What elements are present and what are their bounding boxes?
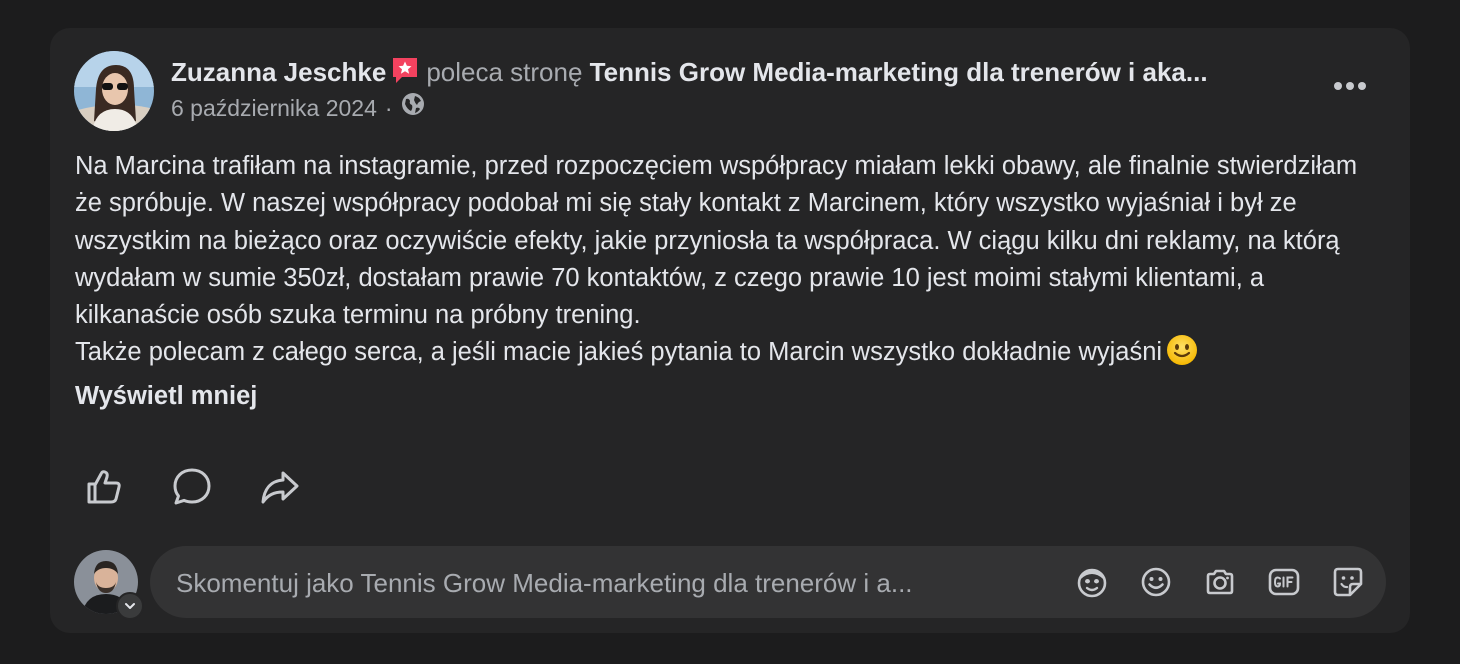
recommend-star-icon — [390, 55, 420, 90]
post-body-paragraph-1: Na Marcina trafiłam na instagramie, prze… — [75, 152, 1358, 330]
post-options-button[interactable] — [1330, 72, 1370, 100]
gif-icon[interactable] — [1264, 562, 1304, 602]
sticker-icon[interactable] — [1328, 562, 1368, 602]
author-avatar[interactable] — [74, 51, 154, 131]
comment-bubble-icon — [173, 468, 211, 505]
post-header: Zuzanna Jeschke poleca stronę Tennis Grow… — [171, 54, 1311, 90]
camera-icon[interactable] — [1200, 562, 1240, 602]
post-date[interactable]: 6 października 2024 — [171, 92, 377, 124]
thumbs-up-icon — [87, 470, 121, 504]
comment-composer — [74, 546, 1386, 620]
smiling-face-emoji-icon — [1166, 334, 1198, 377]
post-body: Na Marcina trafiłam na instagramie, prze… — [75, 148, 1385, 415]
switch-profile-chevron-icon[interactable] — [116, 592, 144, 620]
meta-separator: · — [384, 95, 393, 121]
review-post-card: Zuzanna Jeschke poleca stronę Tennis Grow… — [50, 28, 1410, 633]
like-button[interactable] — [78, 464, 130, 510]
more-dots-icon — [1334, 82, 1342, 90]
avatar-sticker-icon[interactable] — [1072, 562, 1112, 602]
recommended-page-link[interactable]: Tennis Grow Media-marketing dla trenerów… — [590, 57, 1208, 87]
comment-button[interactable] — [166, 464, 218, 510]
comment-box — [150, 546, 1386, 620]
author-name[interactable]: Zuzanna Jeschke — [171, 57, 386, 87]
emoji-icon[interactable] — [1136, 562, 1176, 602]
comment-input[interactable] — [174, 546, 1058, 620]
post-actions — [78, 464, 306, 510]
show-less-link[interactable]: Wyświetl mniej — [75, 378, 257, 415]
share-button[interactable] — [254, 464, 306, 510]
post-meta: 6 października 2024 · — [171, 92, 425, 124]
post-body-paragraph-2: Także polecam z całego serca, a jeśli ma… — [75, 334, 1385, 377]
globe-icon[interactable] — [401, 92, 425, 124]
share-arrow-icon — [261, 471, 299, 504]
recommends-label: poleca stronę — [426, 57, 583, 87]
comment-tools — [1072, 562, 1368, 602]
